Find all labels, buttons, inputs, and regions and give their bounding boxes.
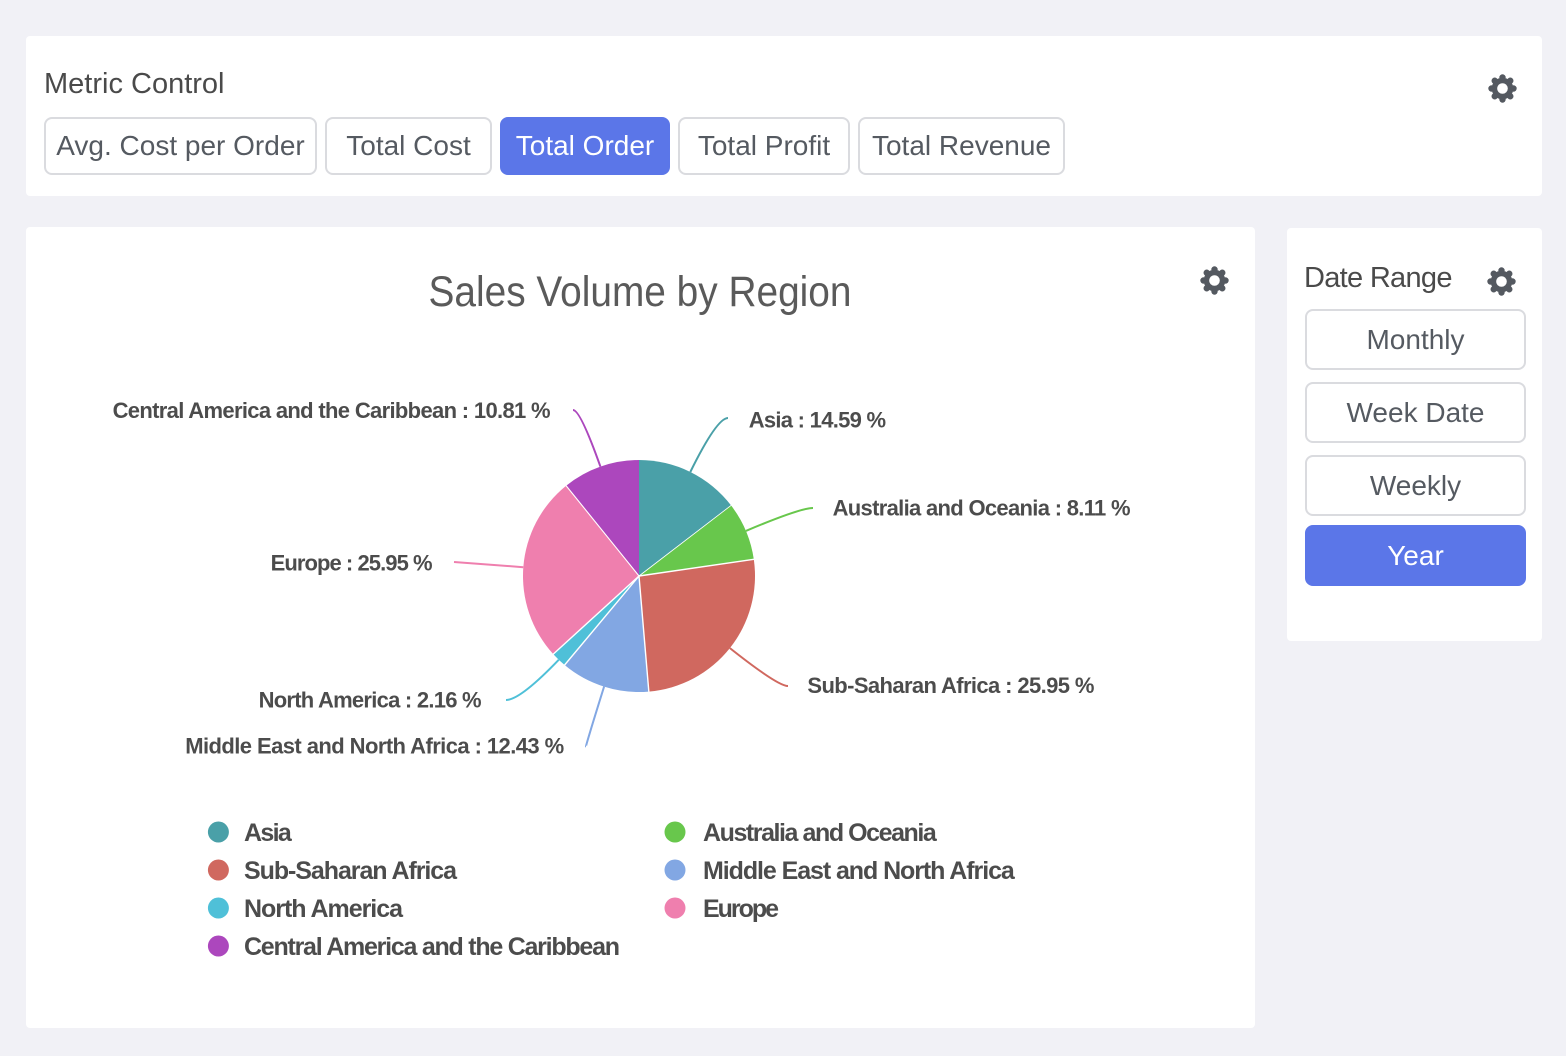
svg-text:North America : 2.16 %: North America : 2.16 % xyxy=(259,688,482,713)
svg-text:Australia and Oceania: Australia and Oceania xyxy=(703,819,938,847)
svg-text:Central America and the Caribb: Central America and the Caribbean : 10.8… xyxy=(113,398,551,423)
svg-text:Australia and Oceania : 8.11 %: Australia and Oceania : 8.11 % xyxy=(833,496,1131,521)
svg-text:Middle East and North Africa: Middle East and North Africa xyxy=(703,857,1016,885)
svg-text:Europe: Europe xyxy=(703,895,779,923)
svg-text:Middle East and North Africa :: Middle East and North Africa : 12.43 % xyxy=(185,734,564,759)
svg-text:Central America and the Caribb: Central America and the Caribbean xyxy=(244,933,620,961)
svg-text:North America: North America xyxy=(244,895,404,923)
svg-text:Sales Volume by Region: Sales Volume by Region xyxy=(429,268,852,316)
svg-text:Europe : 25.95 %: Europe : 25.95 % xyxy=(271,551,433,576)
svg-text:Asia : 14.59 %: Asia : 14.59 % xyxy=(749,408,886,433)
svg-text:Sub-Saharan Africa : 25.95 %: Sub-Saharan Africa : 25.95 % xyxy=(807,673,1094,698)
svg-text:Sub-Saharan Africa: Sub-Saharan Africa xyxy=(244,857,458,885)
svg-text:Asia: Asia xyxy=(244,819,293,847)
